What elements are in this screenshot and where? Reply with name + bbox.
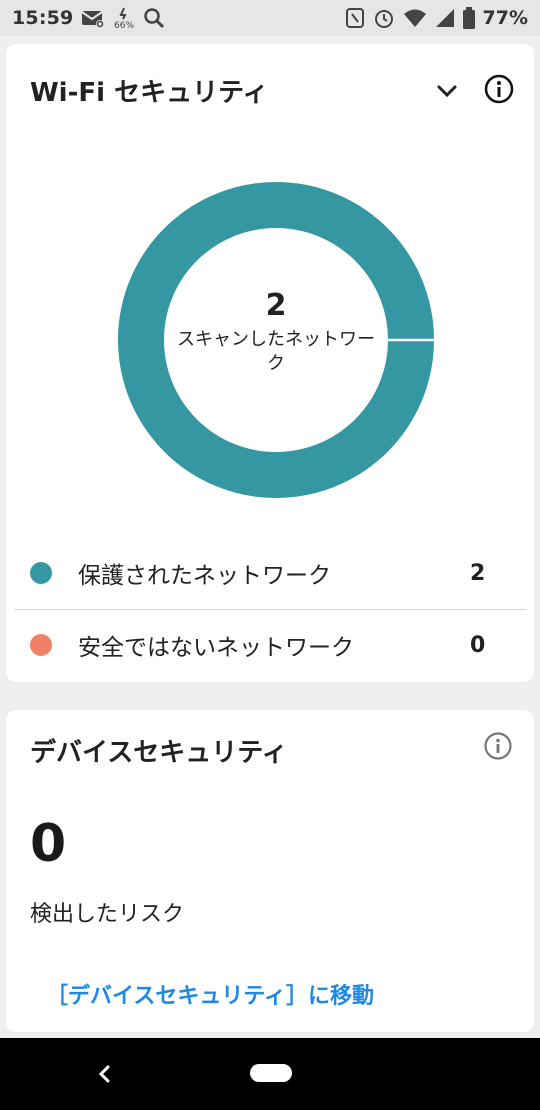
- legend-row-unsafe[interactable]: 安全ではないネットワーク 0: [30, 620, 510, 670]
- status-left: 15:59 66%: [12, 7, 165, 29]
- alarm-icon: [373, 7, 395, 29]
- protected-dot: [30, 562, 52, 584]
- nfc-icon: [345, 7, 365, 29]
- svg-text:66%: 66%: [114, 21, 134, 29]
- unsafe-dot: [30, 634, 52, 656]
- unsafe-network-label: 安全ではないネットワーク: [78, 635, 354, 661]
- info-icon[interactable]: [480, 728, 516, 764]
- back-icon[interactable]: [90, 1058, 118, 1090]
- wifi-security-title: Wi-Fi セキュリティ: [30, 78, 269, 108]
- go-to-device-security-link[interactable]: ［デバイスセキュリティ］に移動: [46, 978, 374, 1010]
- detected-risk-label: 検出したリスク: [30, 902, 185, 927]
- battery-icon: [462, 7, 475, 29]
- scanned-network-count: 2: [265, 288, 287, 323]
- info-icon[interactable]: [480, 70, 518, 108]
- device-security-card: デバイスセキュリティ 0 検出したリスク ［デバイスセキュリティ］に移動: [6, 710, 534, 1032]
- signal-icon: [435, 8, 455, 28]
- mail-icon: [81, 8, 105, 28]
- scanned-network-label: スキャンしたネットワーク: [177, 329, 375, 374]
- wifi-icon: [403, 8, 427, 28]
- donut-center: 2 スキャンしたネットワーク: [176, 288, 376, 376]
- cpu-icon: 66%: [113, 7, 135, 29]
- legend-row-protected[interactable]: 保護されたネットワーク 2: [30, 548, 510, 598]
- nav-bar: [0, 1038, 540, 1110]
- legend-divider: [14, 609, 526, 610]
- unsafe-network-count: 0: [470, 632, 486, 658]
- network-donut-chart: 2 スキャンしたネットワーク: [112, 176, 440, 504]
- status-time: 15:59: [12, 7, 74, 29]
- detected-risk-count: 0: [30, 814, 67, 874]
- wifi-security-card: Wi-Fi セキュリティ 2 スキャンしたネットワーク 保護されたネットワーク …: [6, 44, 534, 682]
- search-icon: [143, 7, 165, 29]
- device-security-title: デバイスセキュリティ: [30, 738, 288, 768]
- protected-network-count: 2: [470, 560, 486, 586]
- status-bar: 15:59 66% 77%: [0, 0, 540, 36]
- battery-percentage: 77%: [482, 7, 528, 29]
- protected-network-label: 保護されたネットワーク: [78, 563, 331, 589]
- status-right: 77%: [345, 7, 528, 29]
- chevron-down-icon[interactable]: [430, 74, 464, 108]
- home-pill[interactable]: [250, 1064, 292, 1082]
